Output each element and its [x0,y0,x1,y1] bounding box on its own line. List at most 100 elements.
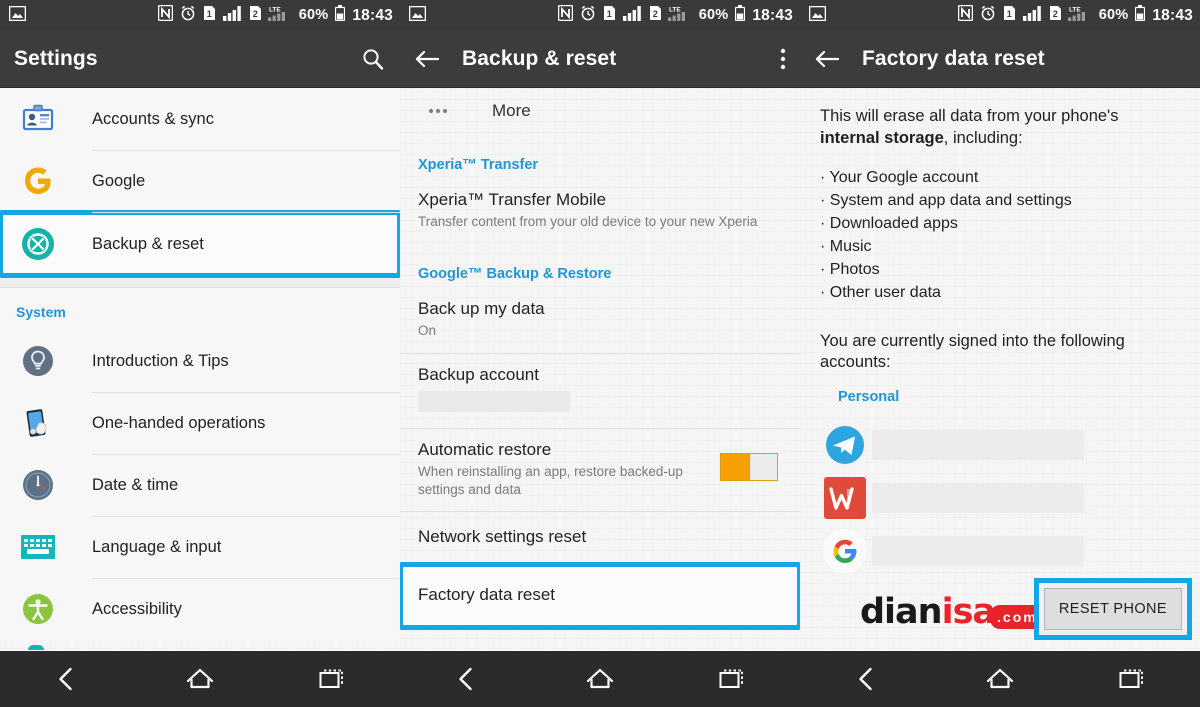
list-item-automatic-restore[interactable]: Automatic restore When reinstalling an a… [400,428,800,511]
sidebar-item-language-input[interactable]: Language & input [0,516,400,578]
nav-recents-icon[interactable] [298,656,368,702]
factory-reset-body: This will erase all data from your phone… [800,88,1200,650]
sidebar-item-accessibility[interactable]: Accessibility [0,578,400,640]
nav-home-icon[interactable] [565,656,635,702]
list-item: · Your Google account [820,168,979,186]
sim1-icon: 1 [1003,5,1016,26]
wps-office-icon [818,476,872,520]
sidebar-item-label: Language & input [92,537,222,556]
clock-label: 18:43 [1152,6,1193,24]
list-item[interactable] [818,471,1200,524]
sidebar-item-backup-reset[interactable]: Backup & reset [0,210,400,278]
signal-bars-sim1-icon [222,5,242,26]
sim2-icon: 2 [649,5,662,26]
list-item: · Photos [820,261,880,279]
list-item-xperia-transfer-mobile[interactable]: Xperia™ Transfer Mobile Transfer content… [400,178,800,243]
lte-signal-icon: LTE [667,5,692,26]
battery-icon [335,5,346,26]
list-item-subtitle: Transfer content from your old device to… [418,213,758,229]
section-header-system: System [0,288,400,330]
list-item-title: Backup account [418,364,539,384]
list-item-factory-data-reset[interactable]: Factory data reset [400,561,800,630]
clock-label: 18:43 [352,6,393,24]
list-item-subtitle: When reinstalling an app, restore backed… [418,464,683,497]
list-item-network-settings-reset[interactable]: Network settings reset [400,511,800,564]
category-xperia-transfer: Xperia™ Transfer [400,134,800,178]
lightbulb-icon [16,344,60,378]
watermark-text-red: isa [941,592,996,632]
backup-reset-icon [16,226,60,262]
more-dots-icon [416,109,460,113]
redacted-account-name [872,482,1084,513]
status-bar: 1 2 LTE 60% 18:43 [0,0,400,31]
warning-suffix: , including: [943,128,1023,147]
sidebar-item-label: Accounts & sync [92,109,214,128]
list-item-label: More [492,101,531,120]
sim1-icon: 1 [203,5,216,26]
battery-percent-label: 60% [698,7,729,24]
sidebar-item-accounts-sync[interactable]: Accounts & sync [0,88,400,150]
redacted-account-value [418,391,570,413]
list-item-title: Back up my data [418,299,545,319]
svg-text:LTE: LTE [269,7,281,14]
settings-list: Accounts & sync Google Backup & reset Sy… [0,88,400,650]
svg-text:2: 2 [252,9,257,19]
panel-backup-reset: 1 2 LTE 60% 18:43 Backup & reset More Xp… [400,0,800,707]
nfc-icon [157,4,173,26]
list-item[interactable] [818,418,1200,471]
battery-icon [735,5,746,26]
overflow-menu-icon[interactable] [780,47,786,71]
clock-label: 18:43 [752,6,793,24]
sidebar-item-date-time[interactable]: Date & time [0,454,400,516]
google-icon [16,166,60,196]
list-group-separator [0,276,400,288]
signal-bars-sim1-icon [1022,5,1042,26]
sim2-icon: 2 [1049,5,1062,26]
battery-icon [1135,5,1146,26]
category-label: Xperia™ Transfer [418,157,539,173]
category-google-backup-restore: Google™ Backup & Restore [400,243,800,287]
sim2-icon: 2 [249,5,262,26]
list-item-title: Automatic restore [418,440,552,460]
nav-home-icon[interactable] [965,656,1035,702]
list-item-subtitle: On [418,323,437,339]
sidebar-item-introduction-tips[interactable]: Introduction & Tips [0,330,400,392]
telegram-icon [818,422,872,468]
watermark-text-dark: dian [860,592,943,632]
nav-back-icon[interactable] [32,656,102,702]
backup-app-bar: Backup & reset [400,31,800,88]
page-title: Backup & reset [462,47,617,70]
nav-home-icon[interactable] [165,656,235,702]
reset-phone-button[interactable]: RESET PHONE [1043,588,1182,630]
lte-signal-icon: LTE [267,5,292,26]
nav-back-icon[interactable] [432,656,502,702]
sidebar-item-label: Accessibility [92,599,182,618]
warning-prefix: This will erase all data from your phone… [820,107,1119,125]
nfc-icon [957,4,973,26]
page-title: Factory data reset [862,47,1045,70]
automatic-restore-toggle[interactable] [720,453,778,482]
sidebar-item-google[interactable]: Google [0,150,400,212]
list-item-back-up-my-data[interactable]: Back up my data On [400,287,800,352]
search-icon[interactable] [360,46,386,72]
signed-in-accounts-text: You are currently signed into the follow… [820,331,1125,372]
sidebar-item-label: Backup & reset [92,234,204,253]
nav-recents-icon[interactable] [698,656,768,702]
nav-recents-icon[interactable] [1098,656,1168,702]
back-arrow-icon[interactable] [414,48,440,70]
list-item-backup-account[interactable]: Backup account [400,352,800,429]
panel-factory-data-reset: 1 2 LTE 60% 18:43 Factory data reset Thi… [800,0,1200,707]
sidebar-item-label: Google [92,171,146,190]
sidebar-item-label: Introduction & Tips [92,351,229,370]
next-item-peek [28,645,44,650]
back-arrow-icon[interactable] [814,48,840,70]
nfc-icon [557,4,573,26]
list-item[interactable] [818,524,1200,577]
section-header-label: System [16,304,66,320]
nav-back-icon[interactable] [832,656,902,702]
list-item-more[interactable]: More [400,88,800,134]
factory-app-bar: Factory data reset [800,31,1200,88]
image-icon [808,5,827,26]
sidebar-item-one-handed-operations[interactable]: One-handed operations [0,392,400,454]
list-item: · Music [820,238,872,256]
